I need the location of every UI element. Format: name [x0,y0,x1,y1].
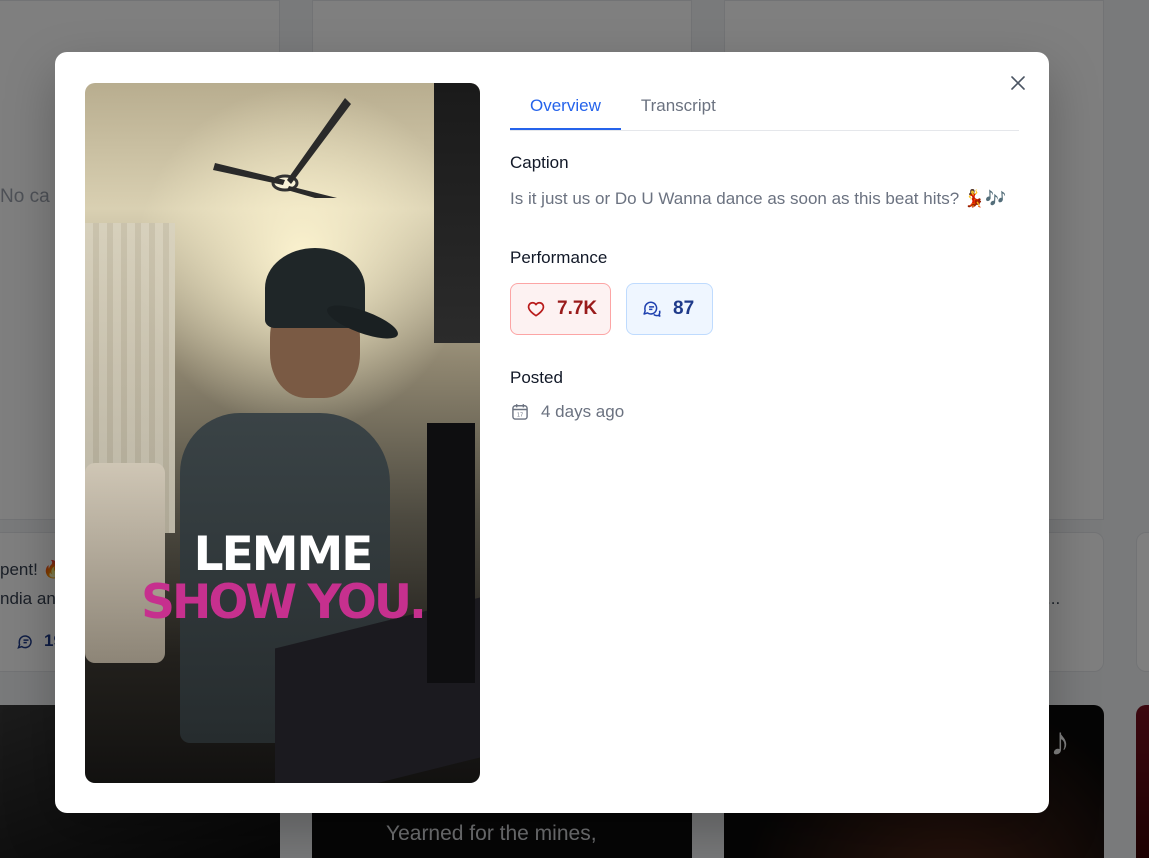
calendar-icon: 17 [510,402,530,422]
wall-tv-graphic [434,83,480,343]
performance-heading: Performance [510,248,608,267]
posted-value: 4 days ago [541,402,625,421]
chat-bubbles-icon [642,299,662,319]
caption-heading: Caption [510,153,569,172]
video-overlay-text: LEMME SHOW YOU. [85,531,480,627]
tab-transcript[interactable]: Transcript [621,83,736,130]
caption-text: Is it just us or Do U Wanna dance as soo… [510,189,1007,208]
comments-stat[interactable]: 87 [626,283,713,335]
tab-overview[interactable]: Overview [510,83,621,130]
svg-text:17: 17 [517,413,523,419]
performance-stats: 7.7K 87 [510,283,1019,335]
video-overlay-line-1: LEMME [193,527,374,582]
video-preview[interactable]: LEMME SHOW YOU. [85,83,480,783]
comments-count: 87 [673,298,695,319]
posted-heading: Posted [510,368,563,387]
tab-bar: Overview Transcript [510,83,1019,131]
ceiling-fan-graphic [213,98,351,198]
likes-count: 7.7K [557,298,598,319]
heart-icon [526,299,546,319]
video-overlay-line-2: SHOW YOU. [141,575,427,630]
likes-stat[interactable]: 7.7K [510,283,611,335]
post-detail-modal: LEMME SHOW YOU. Overview Transcript Capt… [55,52,1049,813]
posted-date: 17 4 days ago [510,402,1019,422]
details-panel: Overview Transcript Caption Is it just u… [510,83,1019,422]
